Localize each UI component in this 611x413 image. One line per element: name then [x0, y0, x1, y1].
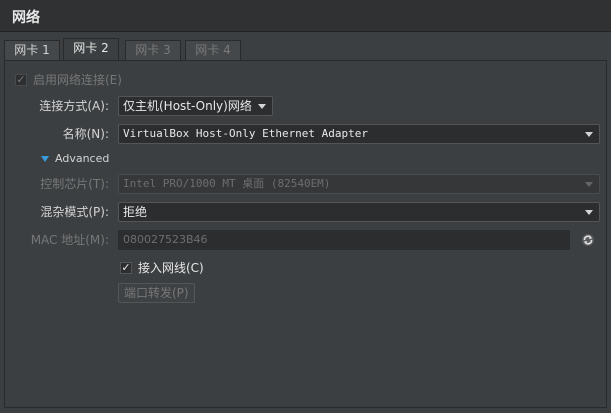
advanced-toggle[interactable]: Advanced — [41, 149, 241, 169]
tab-adapter-2[interactable]: 网卡 2 — [63, 38, 119, 60]
promiscuous-select[interactable]: 拒绝 — [118, 202, 600, 222]
attach-label: 连接方式(A): — [39, 99, 109, 113]
mac-input[interactable]: 080027523B46 — [118, 230, 570, 250]
cable-row: ✓ 接入网线(C) — [118, 258, 318, 278]
cable-connected-checkbox[interactable]: ✓ — [120, 262, 132, 274]
enable-adapter-label: 启用网络连接(E) — [33, 73, 122, 87]
name-select[interactable]: VirtualBox Host-Only Ethernet Adapter — [118, 124, 600, 144]
enable-adapter-checkbox[interactable]: ✓ — [15, 74, 27, 86]
attach-value: 仅主机(Host-Only)网络 — [123, 99, 252, 113]
name-row: 名称(N): VirtualBox Host-Only Ethernet Ada… — [5, 124, 605, 144]
tab-adapter-3[interactable]: 网卡 3 — [125, 40, 181, 60]
attach-row: 连接方式(A): 仅主机(Host-Only)网络 — [5, 96, 605, 116]
tab-adapter-1[interactable]: 网卡 1 — [4, 40, 60, 60]
chevron-down-icon — [585, 210, 593, 215]
adapter-type-select[interactable]: Intel PRO/1000 MT 桌面 (82540EM) — [118, 174, 600, 194]
chevron-down-icon — [585, 182, 593, 187]
port-forwarding-button[interactable]: 端口转发(P) — [118, 283, 195, 303]
refresh-icon[interactable] — [580, 232, 596, 248]
chevron-down-icon — [585, 132, 593, 137]
window-titlebar: 网络 — [0, 0, 611, 32]
promiscuous-value: 拒绝 — [123, 205, 148, 219]
tab-adapter-4[interactable]: 网卡 4 — [185, 40, 241, 60]
name-value: VirtualBox Host-Only Ethernet Adapter — [123, 127, 369, 140]
mac-row: MAC 地址(M): 080027523B46 — [5, 230, 605, 250]
adapter-type-label: 控制芯片(T): — [40, 177, 109, 191]
mac-label: MAC 地址(M): — [30, 233, 109, 247]
triangle-down-icon — [41, 156, 49, 162]
adapter-panel: ✓ 启用网络连接(E) 连接方式(A): 仅主机(Host-Only)网络 名称… — [4, 60, 607, 408]
adapter-type-row: 控制芯片(T): Intel PRO/1000 MT 桌面 (82540EM) — [5, 174, 605, 194]
name-label: 名称(N): — [62, 127, 109, 141]
window-title: 网络 — [12, 10, 40, 26]
cable-connected-label: 接入网线(C) — [138, 261, 204, 275]
chevron-down-icon — [258, 104, 266, 109]
adapter-type-value: Intel PRO/1000 MT 桌面 (82540EM) — [123, 177, 331, 190]
advanced-label: Advanced — [55, 152, 110, 165]
attach-select[interactable]: 仅主机(Host-Only)网络 — [118, 96, 273, 116]
enable-adapter-row: ✓ 启用网络连接(E) — [15, 70, 315, 90]
promiscuous-label: 混杂模式(P): — [40, 205, 109, 219]
promiscuous-row: 混杂模式(P): 拒绝 — [5, 202, 605, 222]
